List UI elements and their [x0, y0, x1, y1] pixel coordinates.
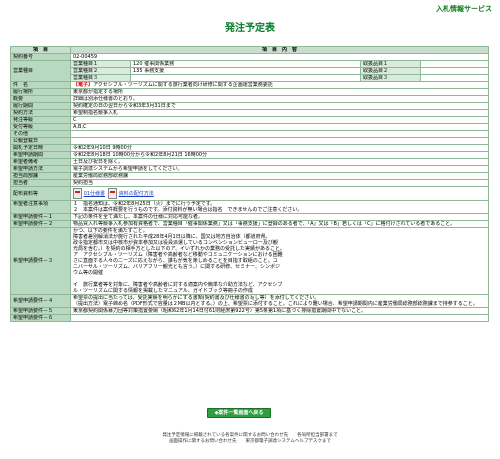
business-item-3-value — [130, 74, 361, 82]
req4-value: 希望票の提出に当たっては、受託実績を明らかにする書類(契約書及び仕様書の写し等）… — [70, 294, 489, 308]
req3-value: かつ、以下の要件を満たすこと。 障害者差別解消法が施行された平成28年4月1日以… — [70, 227, 489, 295]
business-item-2-value: 135 事務支援 — [130, 67, 361, 75]
business-item-3-label: 営業種目３ — [70, 74, 131, 82]
subject-label: 件 名 — [10, 81, 71, 89]
apply-period-value: 令和2年8月18日 10時00分から令和2年8月21日 16時00分 — [70, 151, 489, 159]
req5-value: 東京都契約関係暴力団等対策措置要綱（昭和62年1月14日付61財経庶第922号）… — [70, 307, 489, 315]
grade-label: 発注等級 — [10, 116, 71, 124]
other-label: その他 — [10, 130, 71, 138]
subject-text: アクセシブル・ツーリズムに関する旅行業者向け研修に関する企画運営業務委託 — [93, 82, 273, 88]
place-value: 東京都が指定する場所 — [70, 88, 489, 96]
business-item-1-value: 120 催事関係業務 — [130, 60, 361, 68]
spec-doc-link[interactable]: 01仕様書 — [84, 191, 105, 197]
period-label: 履行期間 — [10, 102, 71, 110]
dept-label: 担当局部課 — [10, 172, 71, 180]
remarks-label: 希望者備考 — [10, 158, 71, 166]
accept-grade-value: A,B,C — [70, 123, 489, 131]
notes-value: １ 指名通知は、令和2年8月25日（火）までに行う予定です。 ２ 本案件は案件概… — [70, 200, 489, 214]
doc-value: 01仕様書 資料の配付方法 — [70, 186, 489, 201]
other-value — [70, 130, 489, 138]
handled-item-2-label: 取扱品目２ — [360, 67, 421, 75]
business-type-label: 営業種目 — [10, 60, 71, 82]
req4-label: 希望申請要件－４ — [10, 294, 71, 308]
grade-value: C — [70, 116, 489, 124]
electronic-tag: 【電子】 — [73, 82, 94, 88]
req5-label: 希望申請要件－５ — [10, 307, 71, 315]
distribution-method-link[interactable]: 資料の配付方法 — [119, 191, 154, 197]
open-date-label: 開札予定日時 — [10, 144, 71, 152]
page-title: 発注予定表 — [225, 23, 275, 34]
summary-value: 詳細は別添仕様書のとおり。 — [70, 95, 489, 103]
site-title: 入札情報サービス — [436, 5, 492, 13]
pdf-icon — [73, 188, 82, 199]
person-label: 担当者 — [10, 179, 71, 187]
apply-method-label: 希望申請方法 — [10, 165, 71, 173]
order-schedule-table: 項 目 項 目 内 容 契約番号 02-00459 営業種目 営業種目１ 120… — [10, 46, 489, 322]
req1-label: 希望申請要件－１ — [10, 213, 71, 221]
method-label: 契約方法 — [10, 109, 71, 117]
remarks-value: 土日及び祝日を除く。 — [70, 158, 489, 166]
col-header-content: 項 目 内 容 — [70, 46, 489, 54]
period-value: 契約確定の日の翌日から令和3年3月31日まで — [70, 102, 489, 110]
notice-date-value — [70, 137, 489, 145]
apply-method-value: 電子調達システムから希望申請をしてください。 — [70, 165, 489, 173]
handled-item-3-label: 取扱品目３ — [360, 74, 421, 82]
req1-value: 下記の条件を全て満たし、本案件の仕様に対応可能な者。 — [70, 213, 489, 221]
dept-value: 産業労働局総務部総務課 — [70, 172, 489, 180]
handled-item-2-value — [420, 67, 489, 75]
handled-item-1-value — [420, 60, 489, 68]
business-item-1-label: 営業種目１ — [70, 60, 131, 68]
footer-line-2: 画面操作に関するお問い合わせ先 東京都電子調達システムヘルプデスクまで — [169, 439, 331, 444]
summary-label: 概要 — [10, 95, 71, 103]
apply-period-label: 希望申請期間 — [10, 151, 71, 159]
method-value: 希望制指名競争入札 — [70, 109, 489, 117]
doc-label: 配布資料等 — [10, 186, 71, 201]
person-value: 契約担当 — [70, 179, 489, 187]
business-item-2-label: 営業種目２ — [70, 67, 131, 75]
back-to-list-button[interactable]: ◆案件一覧画面へ戻る — [207, 408, 271, 418]
contract-no-label: 契約番号 — [10, 53, 71, 61]
accept-grade-label: 受付等級 — [10, 123, 71, 131]
handled-item-3-value — [420, 74, 489, 82]
req2-value: 物品買入れ等競争入札参加有資格者で、営業種目「催事関係業務」又は「事務支援」に登… — [70, 220, 489, 228]
req6-value — [70, 314, 489, 322]
handled-item-1-label: 取扱品目１ — [360, 60, 421, 68]
pdf-icon — [108, 188, 118, 199]
open-date-value: 令和2年9月10日 9時00分 — [70, 144, 489, 152]
req2-label: 希望申請要件－２ — [10, 220, 71, 228]
place-label: 履行場所 — [10, 88, 71, 96]
req3-label: 希望申請要件－３ — [10, 227, 71, 295]
notes-label: 希望者注意事項 — [10, 200, 71, 214]
notice-date-label: 公報登載日 — [10, 137, 71, 145]
col-header-item: 項 目 — [10, 46, 71, 54]
req6-label: 希望申請要件－６ — [10, 314, 71, 322]
subject-value: 【電子】アクセシブル・ツーリズムに関する旅行業者向け研修に関する企画運営業務委託 — [70, 81, 489, 89]
footer: 発注予定情報に掲載されている各案件に関するお問い合わせ先 各局所担当部署まで 画… — [0, 433, 500, 445]
contract-no-value: 02-00459 — [70, 53, 489, 61]
